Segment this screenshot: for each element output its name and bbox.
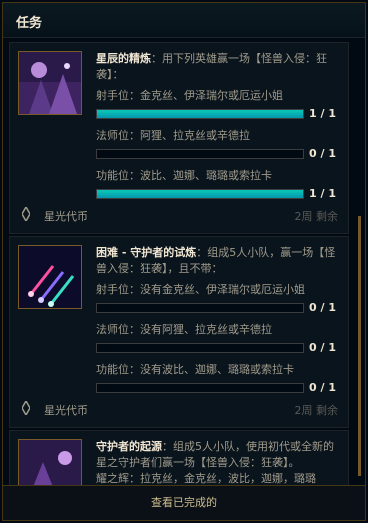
objective-label: 射手位：金克丝、伊泽瑞尔或厄运小姐 xyxy=(96,89,283,102)
progress-bar xyxy=(96,109,304,119)
star-token-icon xyxy=(22,207,30,221)
reward-label: 星光代币 xyxy=(44,404,88,417)
progress-bar xyxy=(96,383,304,393)
objective-count: 1 / 1 xyxy=(309,107,336,120)
missions-panel: 任务 星辰的精炼：用下列英雄赢一场【怪兽入侵：狂袭】： 射手位：金克丝、伊泽瑞尔… xyxy=(2,2,366,521)
mission-card[interactable]: 星辰的精炼：用下列英雄赢一场【怪兽入侵：狂袭】： 射手位：金克丝、伊泽瑞尔或厄运… xyxy=(9,42,349,234)
progress-fill xyxy=(97,190,303,198)
mission-title: 守护者的起源：组成5人小队，使用初代或全新的星之守护者们赢一场【怪兽入侵：狂袭】… xyxy=(96,439,340,486)
objective-row: 法师位：没有阿狸、拉克丝或辛德拉 0 / 1 xyxy=(96,323,340,363)
objective-label: 功能位：没有波比、迦娜、璐璐或索拉卡 xyxy=(96,363,294,376)
time-remaining: 2周 剩余 xyxy=(294,404,339,417)
mission-reward: 星光代币 2周 剩余 xyxy=(10,399,348,419)
mission-reward: 星光代币 2周 剩余 xyxy=(10,205,348,225)
mission-thumbnail xyxy=(18,245,82,309)
progress-bar xyxy=(96,303,304,313)
reward-label: 星光代币 xyxy=(44,210,88,223)
objective-label: 功能位：波比、迦娜、璐璐或索拉卡 xyxy=(96,169,272,182)
mission-card[interactable]: 守护者的起源：组成5人小队，使用初代或全新的星之守护者们赢一场【怪兽入侵：狂袭】… xyxy=(9,430,349,486)
objective-count: 0 / 1 xyxy=(309,341,336,354)
progress-fill xyxy=(97,110,303,118)
progress-bar xyxy=(96,149,304,159)
objective-count: 0 / 1 xyxy=(309,301,336,314)
progress-bar xyxy=(96,343,304,353)
objective-label: 射手位：没有金克丝、伊泽瑞尔或厄运小姐 xyxy=(96,283,305,296)
star-token-icon xyxy=(22,401,30,415)
mission-name: 困难 - 守护者的试炼 xyxy=(96,246,197,259)
mission-name: 星辰的精炼 xyxy=(96,52,151,65)
mission-name: 守护者的起源 xyxy=(96,440,162,453)
mission-thumbnail xyxy=(18,439,82,486)
objective-row: 射手位：没有金克丝、伊泽瑞尔或厄运小姐 0 / 1 xyxy=(96,283,340,323)
objective-label: 耀之辉：拉克丝，金克丝，波比，迦娜，璐璐 xyxy=(96,472,316,485)
missions-list[interactable]: 星辰的精炼：用下列英雄赢一场【怪兽入侵：狂袭】： 射手位：金克丝、伊泽瑞尔或厄运… xyxy=(3,38,365,486)
mission-thumbnail xyxy=(18,51,82,115)
objective-row: 法师位：阿狸、拉克丝或辛德拉 0 / 1 xyxy=(96,129,340,169)
time-remaining: 2周 剩余 xyxy=(294,210,339,223)
objective-row: 功能位：没有波比、迦娜、璐璐或索拉卡 0 / 1 xyxy=(96,363,340,403)
view-completed-button[interactable]: 查看已完成的 xyxy=(3,486,365,520)
objective-label: 法师位：没有阿狸、拉克丝或辛德拉 xyxy=(96,323,272,336)
mission-title: 困难 - 守护者的试炼：组成5人小队，赢一场【怪兽入侵：狂袭】，且不带： xyxy=(96,245,340,277)
progress-bar xyxy=(96,189,304,199)
panel-title: 任务 xyxy=(16,16,43,31)
objective-row: 功能位：波比、迦娜、璐璐或索拉卡 1 / 1 xyxy=(96,169,340,209)
mission-card[interactable]: 困难 - 守护者的试炼：组成5人小队，赢一场【怪兽入侵：狂袭】，且不带： 射手位… xyxy=(9,236,349,428)
panel-footer: 查看已完成的 xyxy=(3,485,365,520)
objective-row: 射手位：金克丝、伊泽瑞尔或厄运小姐 1 / 1 xyxy=(96,89,340,129)
objective-count: 0 / 1 xyxy=(309,381,336,394)
objective-count: 1 / 1 xyxy=(309,187,336,200)
objective-label: 法师位：阿狸、拉克丝或辛德拉 xyxy=(96,129,250,142)
panel-header: 任务 xyxy=(3,3,365,38)
objective-count: 0 / 1 xyxy=(309,147,336,160)
scrollbar[interactable] xyxy=(358,216,361,476)
mission-title: 星辰的精炼：用下列英雄赢一场【怪兽入侵：狂袭】： xyxy=(96,51,340,83)
